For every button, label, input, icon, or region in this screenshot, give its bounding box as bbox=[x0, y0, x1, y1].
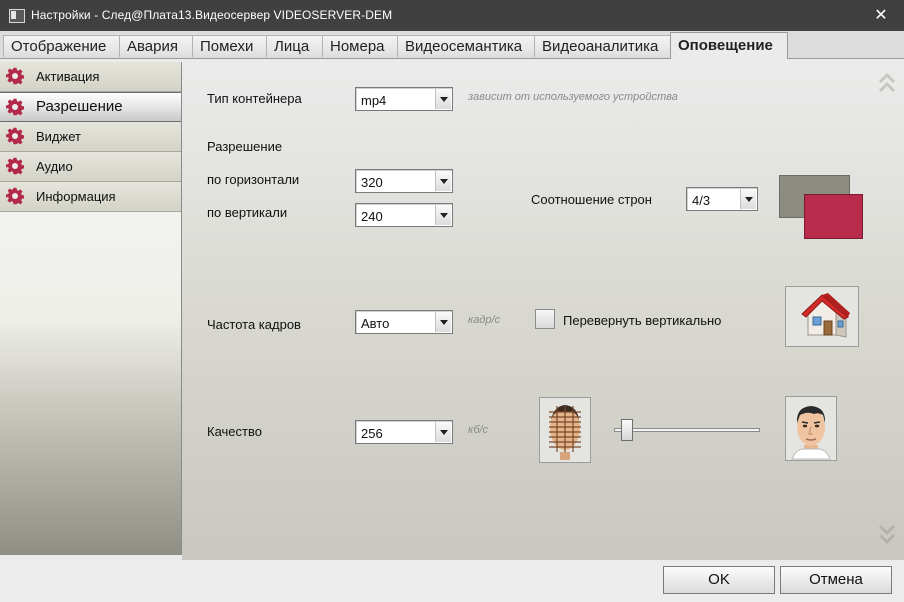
tab-plates[interactable]: Номера bbox=[322, 35, 398, 57]
high-quality-preview bbox=[785, 396, 837, 461]
sidebar: Активация Разрешение Виджет Аудио Информ… bbox=[0, 62, 182, 555]
tab-notification[interactable]: Оповещение bbox=[670, 32, 788, 59]
gear-icon bbox=[6, 157, 24, 175]
quality-slider-thumb[interactable] bbox=[620, 419, 633, 441]
tab-bar: Отображение Авария Помехи Лица Номера Ви… bbox=[0, 31, 904, 59]
chevron-down-icon bbox=[435, 205, 451, 225]
horizontal-label: по горизонтали bbox=[207, 172, 300, 187]
sidebar-item-label: Разрешение bbox=[36, 98, 123, 115]
double-chevron-down-icon[interactable] bbox=[878, 521, 896, 547]
gear-icon bbox=[6, 98, 24, 116]
dialog-footer: OK Отмена bbox=[0, 560, 904, 602]
settings-window: Настройки - След@Плата13.Видеосервер VID… bbox=[0, 0, 904, 602]
framerate-value: Авто bbox=[361, 316, 390, 331]
container-type-select[interactable]: mp4 bbox=[355, 87, 453, 111]
sidebar-item-label: Активация bbox=[36, 69, 100, 84]
settings-panel: Тип контейнера mp4 зависит от используем… bbox=[182, 62, 904, 560]
quality-slider-track[interactable] bbox=[614, 428, 760, 432]
sidebar-item-activation[interactable]: Активация bbox=[0, 62, 181, 92]
tab-alarm[interactable]: Авария bbox=[119, 35, 193, 57]
quality-label: Качество bbox=[207, 424, 262, 439]
aspect-ratio-value: 4/3 bbox=[692, 193, 711, 208]
title-bar: Настройки - След@Плата13.Видеосервер VID… bbox=[0, 0, 904, 31]
resolution-label: Разрешение bbox=[207, 139, 283, 154]
chevron-down-icon bbox=[435, 312, 451, 332]
sidebar-item-audio[interactable]: Аудио bbox=[0, 152, 181, 182]
gear-icon bbox=[6, 127, 24, 145]
aspect-ratio-label: Соотношение строн bbox=[531, 192, 652, 207]
sidebar-item-label: Виджет bbox=[36, 129, 81, 144]
pixelated-face-icon bbox=[549, 405, 581, 460]
flip-vertical-checkbox[interactable] bbox=[535, 309, 555, 329]
aspect-preview-front bbox=[804, 194, 863, 239]
close-icon[interactable]: ✕ bbox=[858, 0, 904, 31]
tab-display[interactable]: Отображение bbox=[3, 35, 120, 57]
chevron-down-icon bbox=[435, 89, 451, 109]
horizontal-resolution-select[interactable]: 320 bbox=[355, 169, 453, 193]
container-type-value: mp4 bbox=[361, 93, 387, 108]
container-type-hint: зависит от используемого устройства bbox=[468, 91, 678, 103]
gear-icon bbox=[6, 67, 24, 85]
sidebar-item-resolution[interactable]: Разрешение bbox=[0, 92, 181, 122]
window-title: Настройки - След@Плата13.Видеосервер VID… bbox=[31, 8, 393, 22]
framerate-label: Частота кадров bbox=[207, 317, 301, 332]
quality-value: 256 bbox=[361, 426, 383, 441]
house-icon bbox=[801, 293, 850, 338]
vertical-resolution-value: 240 bbox=[361, 209, 383, 224]
vertical-label: по вертикали bbox=[207, 205, 288, 220]
low-quality-preview bbox=[539, 397, 591, 463]
vertical-resolution-select[interactable]: 240 bbox=[355, 203, 453, 227]
container-type-label: Тип контейнера bbox=[207, 91, 302, 106]
framerate-select[interactable]: Авто bbox=[355, 310, 453, 334]
gear-icon bbox=[6, 187, 24, 205]
framerate-hint: кадр/с bbox=[468, 314, 501, 326]
sidebar-item-widget[interactable]: Виджет bbox=[0, 122, 181, 152]
quality-hint: кб/с bbox=[468, 424, 489, 436]
quality-select[interactable]: 256 bbox=[355, 420, 453, 444]
horizontal-resolution-value: 320 bbox=[361, 175, 383, 190]
double-chevron-up-icon[interactable] bbox=[878, 70, 896, 96]
face-icon bbox=[791, 406, 831, 460]
tab-video-semantics[interactable]: Видеосемантика bbox=[397, 35, 535, 57]
sidebar-item-label: Аудио bbox=[36, 159, 73, 174]
cancel-button[interactable]: Отмена bbox=[780, 566, 892, 594]
ok-button[interactable]: OK bbox=[663, 566, 775, 594]
chevron-down-icon bbox=[435, 422, 451, 442]
sidebar-item-info[interactable]: Информация bbox=[0, 182, 181, 212]
house-button[interactable] bbox=[785, 286, 859, 347]
chevron-down-icon bbox=[740, 189, 756, 209]
tab-video-analytics[interactable]: Видеоаналитика bbox=[534, 35, 671, 57]
app-icon bbox=[9, 9, 25, 23]
flip-vertical-label: Перевернуть вертикально bbox=[563, 313, 722, 328]
tab-faces[interactable]: Лица bbox=[266, 35, 323, 57]
aspect-ratio-select[interactable]: 4/3 bbox=[686, 187, 758, 211]
sidebar-item-label: Информация bbox=[36, 189, 116, 204]
tab-noise[interactable]: Помехи bbox=[192, 35, 267, 57]
chevron-down-icon bbox=[435, 171, 451, 191]
